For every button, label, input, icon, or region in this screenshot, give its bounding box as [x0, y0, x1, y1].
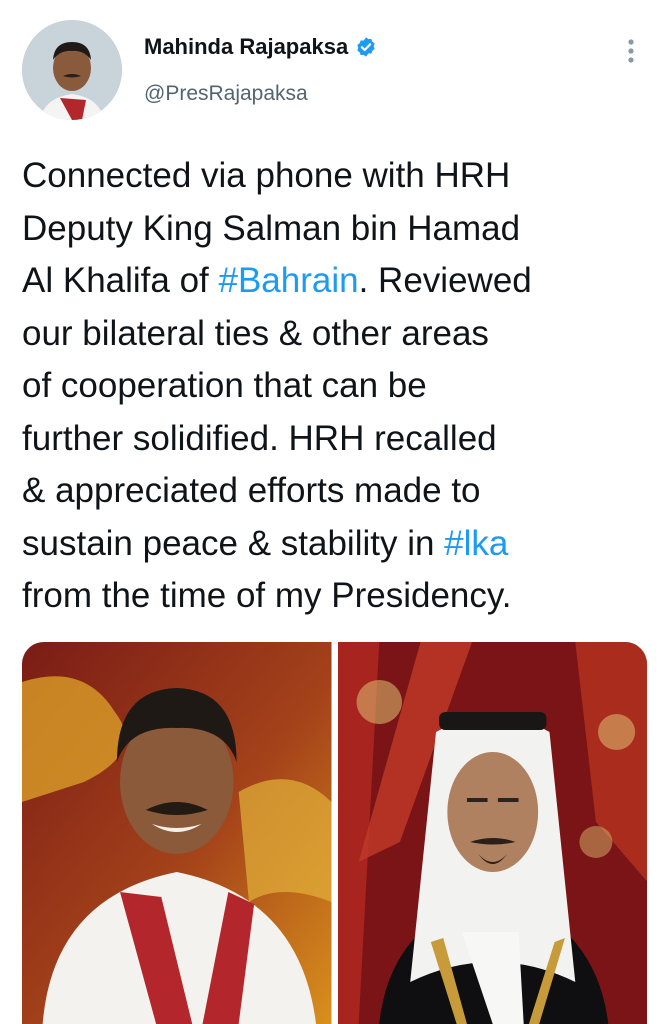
verified-badge-icon [357, 37, 375, 57]
tweet-media[interactable] [22, 642, 647, 1024]
hashtag-link[interactable]: #Bahrain [219, 261, 359, 300]
tweet-text-segment: sustain peace & stability in [22, 523, 445, 563]
tweet-text-line: our bilateral ties & other areas [22, 308, 652, 361]
tweet-text: Connected via phone with HRH Deputy King … [22, 150, 652, 623]
photo-left[interactable] [22, 642, 332, 1024]
tweet-text-line: sustain peace & stability in #lka [22, 518, 652, 571]
author-row[interactable]: Mahinda Rajapaksa [144, 34, 377, 60]
more-options-button[interactable] [620, 36, 642, 66]
more-vertical-icon [628, 39, 634, 63]
tweet-text-line: of cooperation that can be [22, 360, 652, 413]
tweet-text-line: Connected via phone with HRH [22, 150, 652, 203]
tweet-text-line: Deputy King Salman bin Hamad [22, 203, 652, 256]
tweet-text-line: from the time of my Presidency. [22, 570, 652, 623]
tweet-text-segment: . Reviewed [358, 261, 532, 300]
tweet-text-line: further solidified. HRH recalled [22, 413, 652, 466]
tweet-text-segment: our bilateral ties & other areas [22, 313, 489, 353]
tweet-text-segment: of cooperation that can be [22, 366, 427, 405]
avatar[interactable] [22, 20, 122, 120]
author-handle[interactable]: @PresRajapaksa [144, 82, 308, 106]
tweet-text-segment: Deputy King Salman bin Hamad [22, 208, 521, 248]
tweet-text-segment: Connected via phone with HRH [22, 156, 511, 195]
tweet-text-segment: further solidified. HRH recalled [22, 418, 497, 458]
tweet-text-segment: Al Khalifa of [22, 261, 219, 300]
tweet-text-segment: & appreciated efforts made to [22, 471, 481, 510]
tweet-text-line: Al Khalifa of #Bahrain. Reviewed [22, 255, 652, 308]
author-name[interactable]: Mahinda Rajapaksa [144, 34, 348, 60]
tweet-text-segment: from the time of my Presidency. [22, 576, 512, 615]
tweet-text-line: & appreciated efforts made to [22, 465, 652, 518]
photo-right[interactable] [337, 642, 647, 1024]
hashtag-link[interactable]: #lka [444, 524, 508, 563]
